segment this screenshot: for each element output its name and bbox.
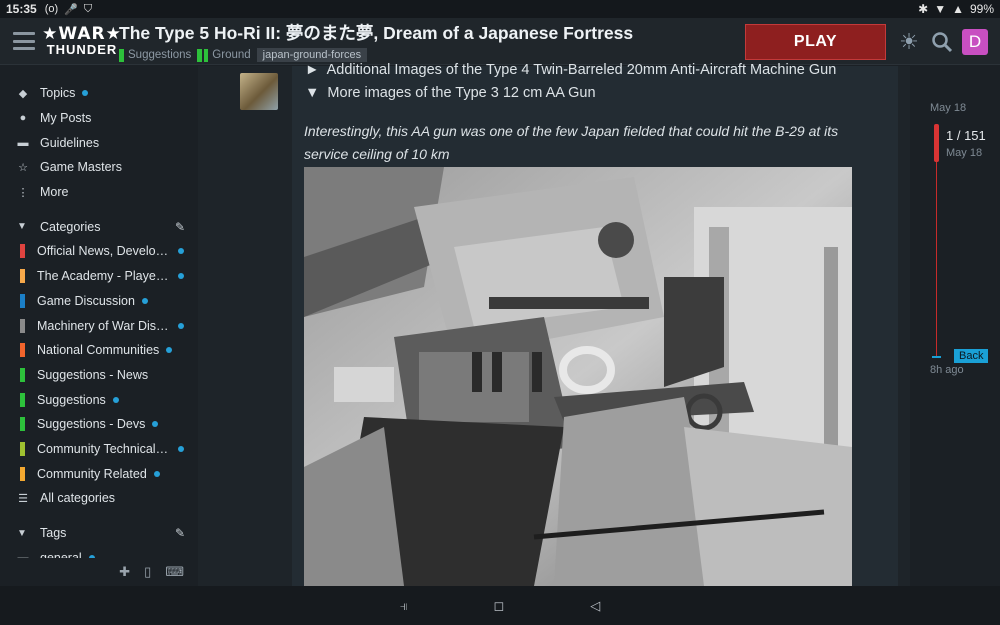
signal-icon: ▲ xyxy=(952,2,964,16)
user-avatar[interactable]: D xyxy=(962,29,988,55)
sidebar-category[interactable]: Official News, Develop... xyxy=(0,239,198,264)
keyboard-icon[interactable]: ⌨ xyxy=(165,564,184,580)
topics-icon: ◆ xyxy=(18,87,28,100)
details-collapsed[interactable]: ► Additional Images of the Type 4 Twin-B… xyxy=(305,62,836,78)
sidebar-item-my-posts[interactable]: ● My Posts xyxy=(0,106,198,131)
battery-level: 99% xyxy=(969,2,994,16)
category-color-bar xyxy=(20,343,25,358)
topic-title[interactable]: The Type 5 Ho-Ri II: 夢のまた夢, Dream of a J… xyxy=(119,20,739,45)
new-dot xyxy=(166,347,173,354)
search-icon[interactable] xyxy=(929,29,955,55)
category-color-bar xyxy=(20,417,25,432)
sidebar-category[interactable]: Suggestions - Devs xyxy=(0,412,198,437)
timeline-end-tick xyxy=(932,356,941,358)
topic-timeline: May 18 1 / 151 May 18 Back 8h ago xyxy=(910,66,1000,586)
category-color-bar xyxy=(20,392,25,407)
details-summary: Additional Images of the Type 4 Twin-Bar… xyxy=(326,62,837,78)
sidebar-category[interactable]: Suggestions xyxy=(0,387,198,412)
war-thunder-logo[interactable]: ★WAR★ THUNDER xyxy=(42,21,121,61)
mobile-icon[interactable]: ▯ xyxy=(144,564,151,580)
post-author-avatar[interactable] xyxy=(240,73,278,110)
recents-icon[interactable]: ⫣ xyxy=(400,598,408,614)
sidebar-category[interactable]: Suggestions - News xyxy=(0,363,198,388)
edit-pencil-icon[interactable]: ✎ xyxy=(175,220,185,234)
sidebar-item-game-masters[interactable]: ☆ Game Masters xyxy=(0,155,198,180)
timeline-current-date: May 18 xyxy=(946,147,983,159)
hamburger-menu-icon[interactable] xyxy=(13,32,35,50)
category-color-bar xyxy=(20,441,25,456)
more-icon: ⋮ xyxy=(17,186,29,199)
home-icon[interactable]: ◻ xyxy=(494,598,505,614)
sidebar-category[interactable]: Community Technical S... xyxy=(0,437,198,462)
post-paragraph: Interestingly, this AA gun was one of th… xyxy=(304,123,839,162)
sidebar-category[interactable]: Community Related xyxy=(0,461,198,486)
sidebar-footer: ✚ ▯ ⌨ xyxy=(0,558,198,586)
sun-icon[interactable]: ☀ xyxy=(896,29,922,55)
sidebar-category[interactable]: Game Discussion xyxy=(0,289,198,314)
new-dot xyxy=(153,470,160,477)
wifi-icon: ▼ xyxy=(934,2,947,16)
timeline-post-count: 1 / 151 xyxy=(946,128,986,143)
sidebar-item-guidelines[interactable]: ▬ Guidelines xyxy=(0,130,198,155)
cast-icon: (o) xyxy=(44,2,59,15)
site-header: ★WAR★ THUNDER The Type 5 Ho-Ri II: 夢のまた夢… xyxy=(0,18,1000,65)
triangle-down-icon: ▼ xyxy=(305,85,320,101)
list-icon: ☰ xyxy=(18,492,28,505)
sidebar-item-more[interactable]: ⋮ More xyxy=(0,180,198,205)
sidebar-category[interactable]: National Communities xyxy=(0,338,198,363)
new-dot xyxy=(178,273,184,280)
timeline-back-button[interactable]: Back xyxy=(954,349,989,363)
category-color-bar xyxy=(20,466,25,481)
edit-pencil-icon[interactable]: ✎ xyxy=(175,526,185,540)
crumb-ground[interactable]: Ground xyxy=(197,48,251,62)
category-color-bar xyxy=(20,318,25,333)
play-button[interactable]: PLAY xyxy=(745,24,886,60)
categories-section-header[interactable]: ▼ Categories ✎ xyxy=(0,214,198,239)
sidebar-item-topics[interactable]: ◆ Topics xyxy=(0,81,198,106)
new-dot xyxy=(178,248,184,255)
new-dot xyxy=(178,322,184,329)
sidebar-item-all-categories[interactable]: ☰ All categories xyxy=(0,486,198,511)
category-color-bar xyxy=(20,367,25,382)
android-status-bar: 15:35 (o) 🎤 ⛉ ✱ ▼ ▲ 99% xyxy=(0,0,1000,18)
tags-section-header[interactable]: ▼ Tags ✎ xyxy=(0,521,198,546)
shield-icon: ⛉ xyxy=(83,2,93,15)
new-dot xyxy=(152,421,159,428)
category-color-bar xyxy=(20,293,25,308)
aa-gun-photo[interactable] xyxy=(304,167,852,586)
new-dot xyxy=(141,297,148,304)
sidebar-category[interactable]: Machinery of War Discu... xyxy=(0,313,198,338)
book-icon: ▬ xyxy=(17,136,29,149)
clock: 15:35 xyxy=(6,2,37,16)
breadcrumb: Suggestions Ground japan-ground-forces xyxy=(119,48,739,62)
category-color-bar xyxy=(20,244,25,259)
sidebar-category[interactable]: The Academy - Players ... xyxy=(0,264,198,289)
plus-icon[interactable]: ✚ xyxy=(119,564,130,580)
mic-icon: 🎤 xyxy=(64,3,78,16)
bluetooth-icon: ✱ xyxy=(918,2,929,16)
star-icon: ☆ xyxy=(18,161,28,174)
timeline-scroll-handle[interactable] xyxy=(934,124,939,162)
back-icon[interactable]: ◁ xyxy=(590,598,600,614)
timeline-end-date[interactable]: 8h ago xyxy=(930,364,964,376)
details-expanded[interactable]: ▼ More images of the Type 3 12 cm AA Gun xyxy=(305,85,596,101)
chevron-down-icon: ▼ xyxy=(17,527,27,539)
topic-title-block: The Type 5 Ho-Ri II: 夢のまた夢, Dream of a J… xyxy=(119,20,739,62)
chevron-down-icon: ▼ xyxy=(17,221,27,233)
new-dot xyxy=(82,90,89,97)
crumb-suggestions[interactable]: Suggestions xyxy=(119,48,191,62)
timeline-start-date[interactable]: May 18 xyxy=(930,102,966,114)
new-dot xyxy=(112,396,119,403)
topic-tag[interactable]: japan-ground-forces xyxy=(256,48,368,62)
android-navigation-bar: ⫣ ◻ ◁ xyxy=(0,586,1000,625)
status-icons: (o) 🎤 ⛉ xyxy=(45,3,92,16)
system-tray: ✱ ▼ ▲ 99% xyxy=(918,2,994,16)
details-summary: More images of the Type 3 12 cm AA Gun xyxy=(327,85,596,101)
user-icon: ● xyxy=(19,112,27,125)
category-color-bar xyxy=(20,269,25,284)
new-dot xyxy=(178,445,184,452)
triangle-right-icon: ► xyxy=(305,62,320,78)
sidebar: ◆ Topics ● My Posts ▬ Guidelines ☆ Game … xyxy=(0,66,198,586)
